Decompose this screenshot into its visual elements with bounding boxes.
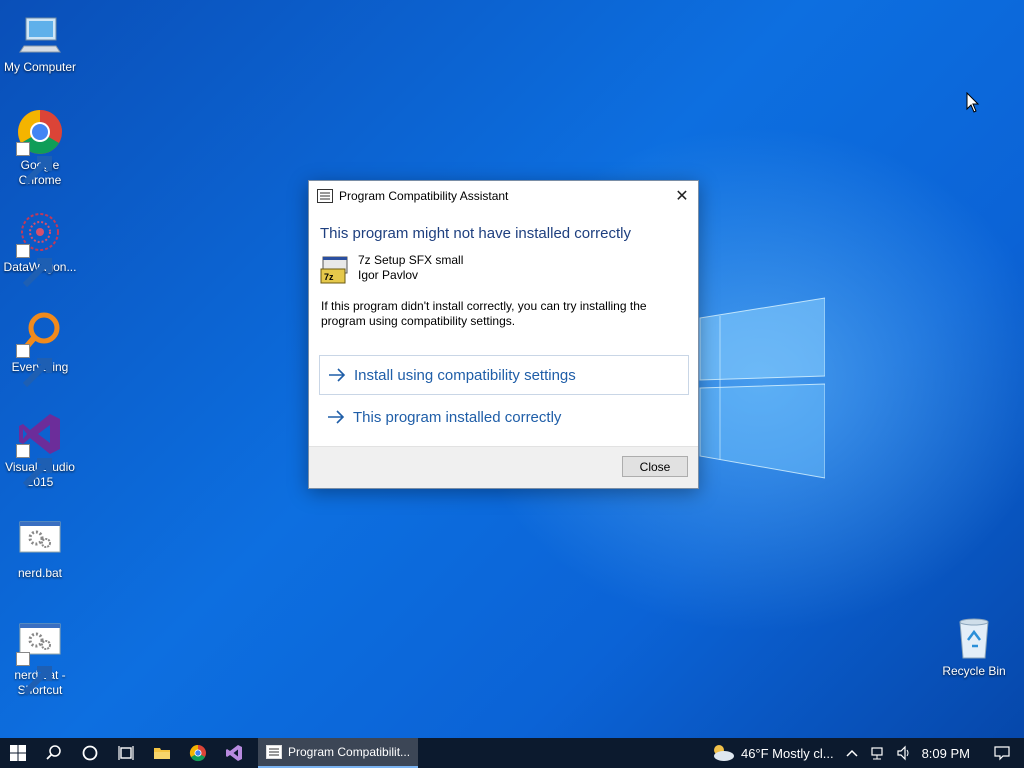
chrome-icon [189, 744, 206, 762]
svg-text:7z: 7z [324, 272, 334, 282]
app-window-icon [266, 745, 282, 759]
search-icon [46, 745, 61, 760]
file-explorer-button[interactable] [144, 738, 180, 768]
program-compatibility-dialog: Program Compatibility Assistant ✕ This p… [308, 180, 699, 489]
shortcut-arrow-icon [16, 444, 52, 488]
cortana-button[interactable] [72, 738, 108, 768]
desktop-icon-recycle-bin[interactable]: Recycle Bin [934, 614, 1014, 679]
search-magnifier-icon [16, 310, 64, 388]
bat-file-icon [16, 618, 64, 696]
dialog-titlebar[interactable]: Program Compatibility Assistant ✕ [309, 181, 698, 211]
desktop-icon-nerd-bat-shortcut[interactable]: nerd.bat - Shortcut [0, 618, 80, 698]
task-view-icon [118, 746, 134, 760]
chrome-icon [16, 108, 64, 186]
clock-time: 8:09 PM [921, 745, 970, 761]
folder-icon [154, 748, 170, 759]
desktop-icon-nerd-bat[interactable]: nerd.bat [0, 516, 80, 581]
desktop-icon-label: My Computer [3, 60, 77, 74]
desktop-icon-label: Recycle Bin [942, 664, 1006, 678]
app-window-icon [317, 189, 333, 203]
mouse-cursor-icon [966, 92, 980, 113]
taskbar: Program Compatibilit... 46°F Mostly cl..… [0, 738, 1024, 768]
shortcut-arrow-icon [16, 142, 52, 186]
installed-correctly-option[interactable]: This program installed correctly [319, 397, 689, 437]
notifications-button[interactable] [994, 745, 1010, 761]
shortcut-arrow-icon [16, 244, 52, 288]
system-tray: 46°F Mostly cl... 8:09 PM [709, 738, 1024, 768]
dialog-title: Program Compatibility Assistant [339, 189, 509, 203]
dialog-footer: Close [309, 446, 698, 488]
arrow-right-icon [328, 410, 345, 424]
bat-file-icon [16, 516, 64, 564]
program-name: 7z Setup SFX small [358, 253, 464, 267]
windows-start-icon [10, 745, 26, 761]
dialog-description: If this program didn't install correctly… [321, 299, 647, 328]
weather-widget[interactable]: 46°F Mostly cl... [709, 743, 834, 763]
installed-correctly-label: This program installed correctly [353, 408, 562, 426]
volume-button[interactable] [896, 745, 912, 761]
desktop-icon-everything[interactable]: Everything [0, 310, 80, 388]
program-publisher: Igor Pavlov [358, 268, 419, 282]
dialog-heading: This program might not have installed co… [320, 225, 631, 242]
show-hidden-icons-button[interactable] [844, 745, 860, 761]
desktop-icon-datawagon[interactable]: DataWagon... [0, 210, 80, 288]
visual-studio-taskbar-button[interactable] [216, 738, 252, 768]
visual-studio-icon [226, 745, 242, 761]
active-task-program-compatibility[interactable]: Program Compatibilit... [258, 738, 418, 768]
task-view-button[interactable] [108, 738, 144, 768]
desktop-icon-label: nerd.bat [17, 566, 63, 580]
arrow-right-icon [329, 368, 346, 382]
weather-text: 46°F Mostly cl... [740, 745, 834, 761]
computer-icon [16, 10, 64, 58]
network-icon [870, 747, 883, 760]
cortana-circle-icon [82, 745, 98, 761]
close-button[interactable]: Close [622, 456, 688, 477]
7z-installer-icon: 7z [320, 256, 348, 284]
install-compatibility-label: Install using compatibility settings [354, 366, 576, 384]
clock[interactable]: 8:09 PM [922, 746, 970, 761]
program-info: 7z 7z Setup SFX small Igor Pavlov [320, 253, 698, 285]
close-icon[interactable]: ✕ [670, 184, 694, 208]
chrome-taskbar-button[interactable] [180, 738, 216, 768]
visual-studio-icon [16, 410, 64, 488]
desktop-icon-my-computer[interactable]: My Computer [0, 10, 80, 75]
recycle-bin-icon [950, 614, 998, 662]
datawagon-icon [16, 210, 64, 288]
search-button[interactable] [36, 738, 72, 768]
notification-icon [994, 746, 1010, 761]
wallpaper-windows-logo [690, 288, 826, 482]
shortcut-arrow-icon [16, 344, 52, 388]
desktop-icon-visual-studio[interactable]: Visual Studio 2015 [0, 410, 80, 490]
install-compatibility-option[interactable]: Install using compatibility settings [319, 355, 689, 395]
desktop-icon-google-chrome[interactable]: Google Chrome [0, 108, 80, 188]
speaker-icon [896, 745, 909, 761]
chevron-up-icon [846, 749, 858, 757]
network-button[interactable] [870, 745, 886, 761]
active-task-label: Program Compatibilit... [288, 745, 411, 759]
start-button[interactable] [0, 738, 36, 768]
shortcut-arrow-icon [16, 652, 52, 696]
weather-cloud-moon-icon [713, 745, 734, 761]
